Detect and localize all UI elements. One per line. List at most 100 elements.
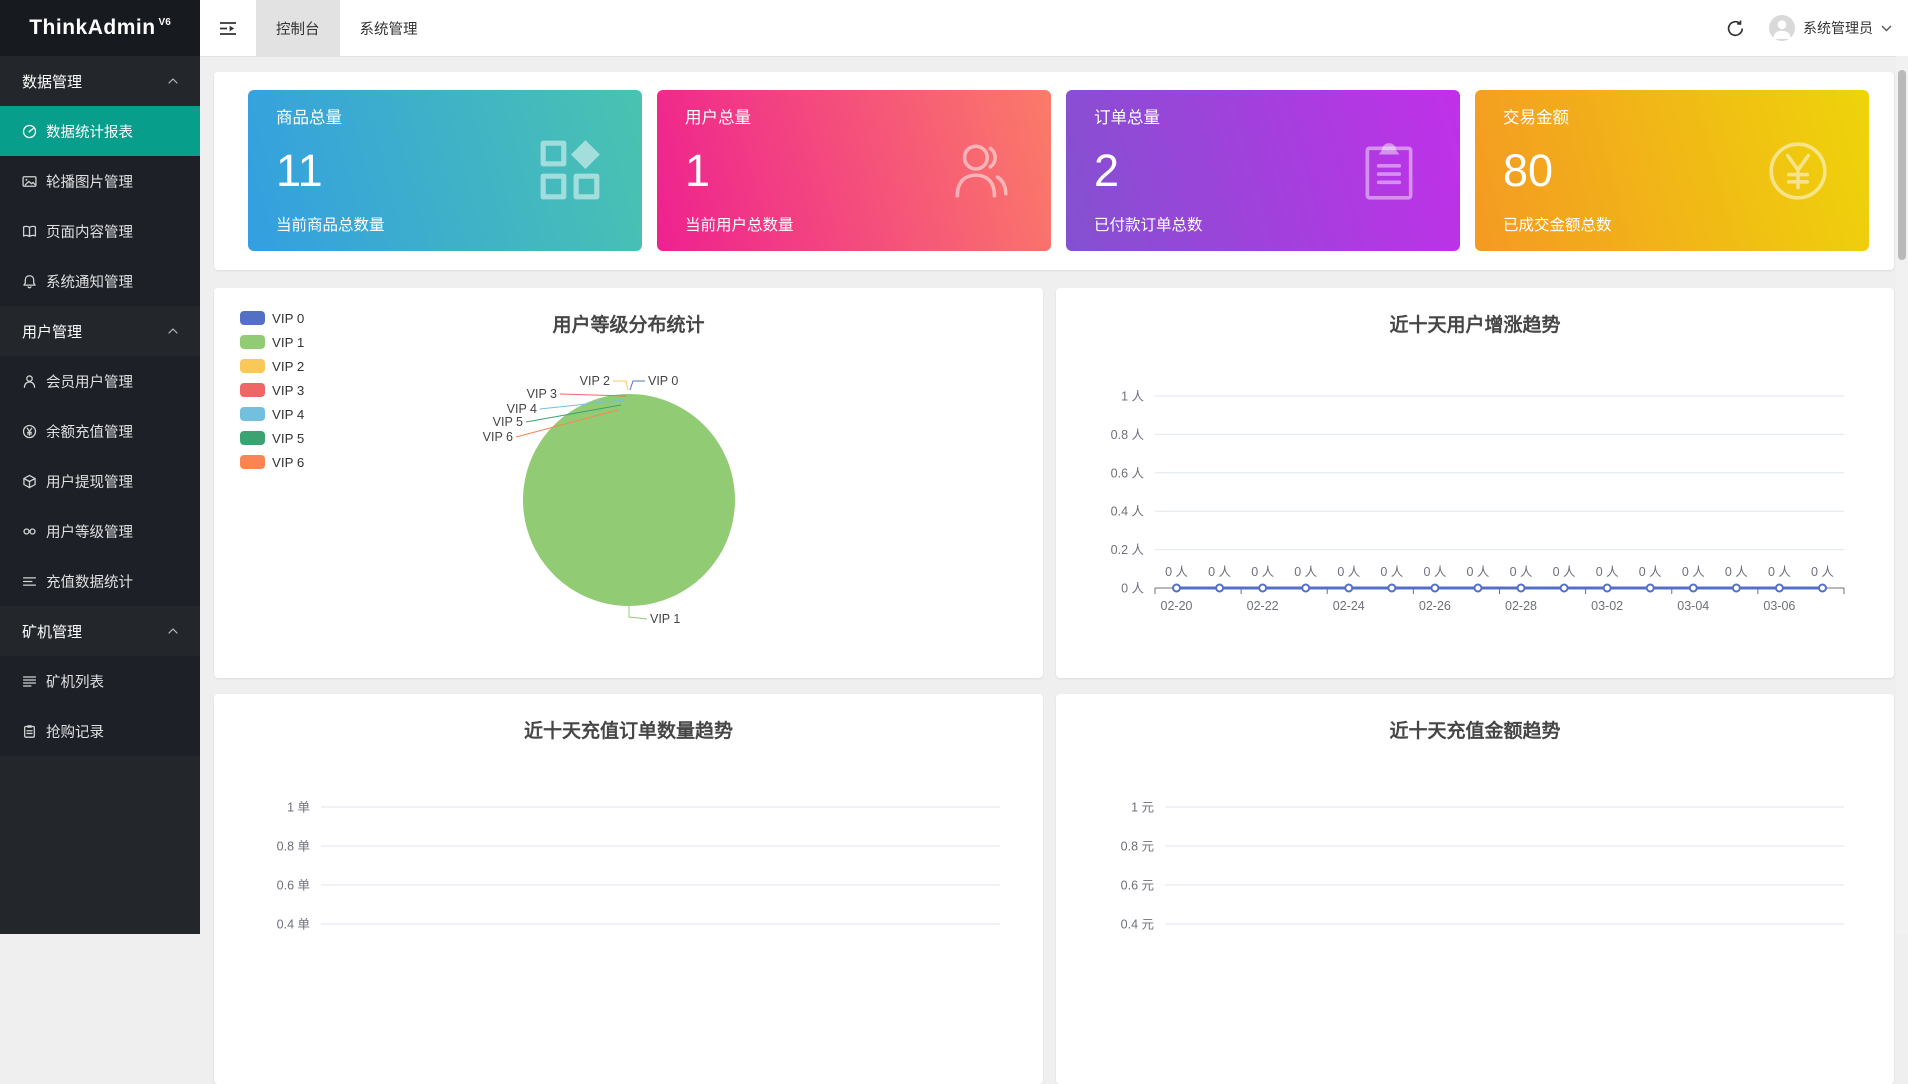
shrink-menu-icon [219,21,237,36]
data-point-label: 0 人 [1467,565,1490,579]
y-axis-label: 1 单 [287,801,310,815]
stat-desc: 当前用户总数量 [685,213,1023,235]
scrollbar-thumb[interactable] [1898,70,1906,260]
user-growth-card: 近十天用户增涨趋势 1 人0.8 人0.6 人0.4 人0.2 人0 人0 人0… [1056,288,1894,678]
sidebar-item-label: 会员用户管理 [46,371,133,392]
topbar-right: 系统管理员 [1715,0,1908,56]
collapse-sidebar-button[interactable] [200,0,256,56]
vertical-scrollbar[interactable] [1896,56,1908,934]
sidebar-item-user-level-manage[interactable]: 用户等级管理 [0,506,200,556]
data-point-label: 0 人 [1380,565,1403,579]
sidebar-item-label: 充值数据统计 [46,571,133,592]
sidebar-menu: 数据管理 数据统计报表 轮播图片管理 页面内容管理 系统通知管理用户管理 会员用… [0,56,200,756]
sidebar-item-banner-manage[interactable]: 轮播图片管理 [0,156,200,206]
data-point-label: 0 人 [1294,565,1317,579]
list-icon [22,674,37,689]
gauge-icon [22,124,37,139]
sidebar-group-data-manage[interactable]: 数据管理 [0,56,200,106]
data-point-label: 0 人 [1639,565,1662,579]
user-icon [22,374,37,389]
stats-panel: 商品总量 11 当前商品总数量 用户总量 1 当前用户总数量 订单总量 2 已付… [214,72,1894,270]
topbar: 控制台 系统管理 系统管理员 [200,0,1908,57]
pie-label-vip-2: VIP 2 [580,374,610,388]
y-axis-label: 0.4 单 [277,918,310,932]
clipboard-big-icon [1356,138,1422,204]
person-icon [1769,15,1795,41]
x-axis-label: 03-04 [1677,599,1709,613]
stat-desc: 当前商品总数量 [276,213,614,235]
sidebar-item-balance-recharge-manage[interactable]: 余额充值管理 [0,406,200,456]
stat-desc: 已付款订单总数 [1094,213,1432,235]
image-icon [22,174,37,189]
data-point-label: 0 人 [1768,565,1791,579]
sidebar-group-miner-manage[interactable]: 矿机管理 [0,606,200,656]
x-axis-label: 03-02 [1591,599,1623,613]
sidebar-item-rush-records[interactable]: 抢购记录 [0,706,200,756]
sidebar-item-label: 抢购记录 [46,721,104,742]
y-axis-label: 1 人 [1121,390,1144,404]
x-axis-label: 02-20 [1161,599,1193,613]
sidebar-item-data-stats-report[interactable]: 数据统计报表 [0,106,200,156]
users-icon [947,138,1013,204]
data-point-label: 0 人 [1337,565,1360,579]
username: 系统管理员 [1803,18,1873,38]
sidebar-group-label: 数据管理 [22,71,82,92]
x-axis-label: 02-24 [1333,599,1365,613]
infinity-icon [22,524,37,539]
pie-label-vip-6: VIP 6 [483,430,513,444]
tab-console-label: 控制台 [276,18,320,39]
sidebar-item-label: 轮播图片管理 [46,171,133,192]
tab-console[interactable]: 控制台 [256,0,340,56]
refresh-button[interactable] [1715,0,1755,56]
stat-title: 商品总量 [276,104,614,128]
sidebar-item-label: 用户等级管理 [46,521,133,542]
yen-circle-icon [1765,138,1831,204]
recharge-orders-chart: 1 单0.8 单0.6 单0.4 单 [214,694,1043,1084]
data-point-label: 0 人 [1596,565,1619,579]
y-axis-label: 0.8 元 [1121,840,1154,854]
sidebar-item-user-withdraw-manage[interactable]: 用户提现管理 [0,456,200,506]
stat-card-amount: 交易金额 80 已成交金额总数 [1475,90,1869,251]
grid-diamond-icon [538,138,604,204]
data-point-label: 0 人 [1682,565,1705,579]
sidebar-item-page-content-manage[interactable]: 页面内容管理 [0,206,200,256]
sidebar-item-label: 数据统计报表 [46,121,133,142]
data-point-label: 0 人 [1725,565,1748,579]
data-point-label: 0 人 [1165,565,1188,579]
sidebar-item-member-user-manage[interactable]: 会员用户管理 [0,356,200,406]
tab-system-manage-label: 系统管理 [360,18,418,39]
chevron-up-icon [168,78,178,84]
cube-icon [22,474,37,489]
y-axis-label: 0.4 元 [1121,918,1154,932]
tab-system-manage[interactable]: 系统管理 [340,0,438,56]
sidebar-group-user-manage[interactable]: 用户管理 [0,306,200,356]
pie-label-vip-3: VIP 3 [527,387,557,401]
y-axis-label: 1 元 [1131,801,1154,815]
pie-label-vip-1: VIP 1 [650,612,680,626]
stat-title: 用户总量 [685,104,1023,128]
sidebar-item-system-notice-manage[interactable]: 系统通知管理 [0,256,200,306]
sidebar-group-label: 用户管理 [22,321,82,342]
x-axis-label: 02-28 [1505,599,1537,613]
sidebar-item-label: 用户提现管理 [46,471,133,492]
sidebar: ThinkAdmin V6 数据管理 数据统计报表 轮播图片管理 页面内容管理 … [0,0,200,934]
user-menu[interactable]: 系统管理员 [1769,15,1892,41]
chevron-up-icon [168,628,178,634]
sidebar-item-miner-list[interactable]: 矿机列表 [0,656,200,706]
app-logo-version: V6 [159,17,171,28]
app-logo-text: ThinkAdmin [29,16,155,40]
app-logo[interactable]: ThinkAdmin V6 [0,0,200,56]
y-axis-label: 0.2 人 [1111,543,1145,557]
x-axis-label: 02-26 [1419,599,1451,613]
stat-title: 交易金额 [1503,104,1841,128]
sidebar-item-recharge-data-stats[interactable]: 充值数据统计 [0,556,200,606]
stats-icon [22,574,37,589]
y-axis-label: 0.8 单 [277,840,310,854]
x-axis-label: 02-22 [1247,599,1279,613]
pie-label-vip-0: VIP 0 [648,374,678,388]
x-axis-label: 03-06 [1763,599,1795,613]
stat-desc: 已成交金额总数 [1503,213,1841,235]
vip-pie-chart: VIP 2VIP 0VIP 3VIP 4VIP 5VIP 6VIP 1 [214,288,1043,678]
stat-card-goods: 商品总量 11 当前商品总数量 [248,90,642,251]
recharge-amount-card: 近十天充值金额趋势 1 元0.8 元0.6 元0.4 元 [1056,694,1894,1084]
